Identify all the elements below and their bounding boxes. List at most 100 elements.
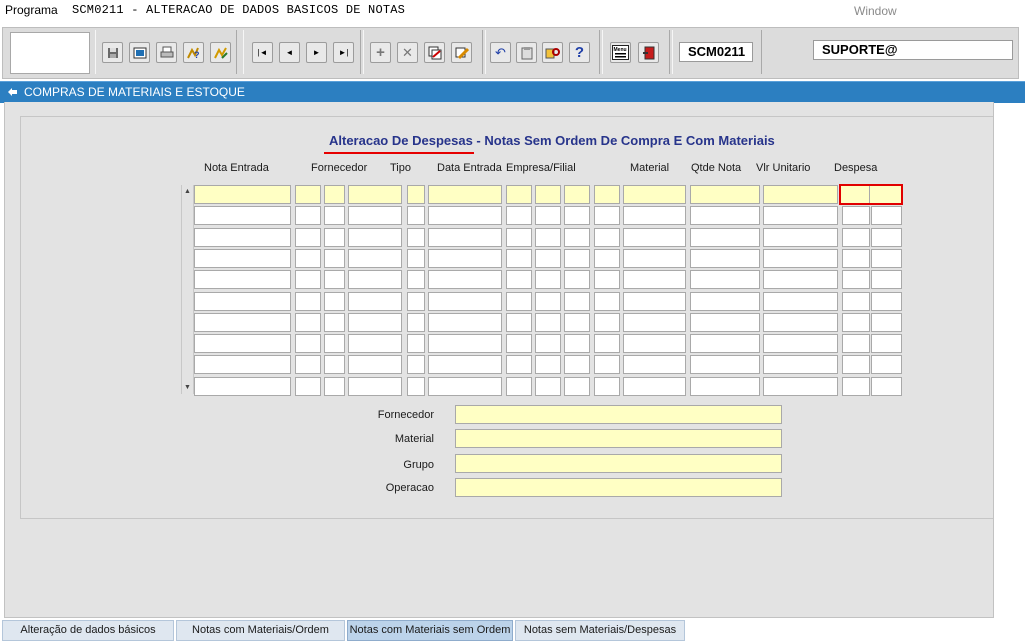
grid-cell-filial[interactable] [535,377,561,396]
grid-cell-empresa[interactable] [506,228,532,247]
grid-cell-fornecedor-code[interactable] [295,185,321,204]
grid-cell-data-entrada[interactable] [428,228,502,247]
grid-cell-material-code[interactable] [594,313,620,332]
material-field[interactable] [455,429,782,448]
grid-cell-nota-entrada[interactable] [194,206,291,225]
grid-cell-material[interactable] [623,355,686,374]
grid-cell-qtde-nota[interactable] [690,249,760,268]
insert-record-icon[interactable]: + [370,42,391,63]
grid-cell-empresa-filial-extra[interactable] [564,185,590,204]
grid-cell-empresa[interactable] [506,292,532,311]
grid-cell-fornecedor-code[interactable] [295,206,321,225]
scroll-down-icon[interactable]: ▼ [183,383,192,392]
grid-cell-vlr-unitario[interactable] [763,334,838,353]
grid-cell-empresa-filial-extra[interactable] [564,206,590,225]
grid-cell-empresa-filial-extra[interactable] [564,355,590,374]
grid-cell-fornecedor-sub[interactable] [324,377,345,396]
grid-cell-tipo[interactable] [407,249,425,268]
grid-cell-tipo[interactable] [407,228,425,247]
grid-cell-data-entrada[interactable] [428,185,502,204]
execute-query-icon[interactable] [210,42,231,63]
tab-notas-com-materiais-ordem[interactable]: Notas com Materiais/Ordem [176,620,345,641]
clear-record-icon[interactable] [451,42,472,63]
grid-cell-fornecedor-sub[interactable] [324,249,345,268]
grid-cell-material-code[interactable] [594,334,620,353]
grid-cell-vlr-unitario[interactable] [763,228,838,247]
grid-cell-nota-entrada[interactable] [194,355,291,374]
grid-cell-nota-entrada[interactable] [194,228,291,247]
grid-cell-qtde-nota[interactable] [690,334,760,353]
grid-cell-despesa[interactable] [871,377,902,396]
grid-cell-fornecedor-sub[interactable] [324,228,345,247]
grid-cell-tipo[interactable] [407,377,425,396]
duplicate-record-icon[interactable] [424,42,445,63]
grid-cell-data-entrada[interactable] [428,292,502,311]
grid-cell-qtde-nota[interactable] [690,270,760,289]
grid-cell-filial[interactable] [535,249,561,268]
grid-cell-despesa[interactable] [871,249,902,268]
grid-cell-material-code[interactable] [594,377,620,396]
grid-cell-nota-entrada[interactable] [194,185,291,204]
grid-cell-vlr-unitario[interactable] [763,270,838,289]
grid-cell-material-code[interactable] [594,292,620,311]
grid-cell-nota-entrada[interactable] [194,292,291,311]
grid-cell-qtde-nota[interactable] [690,228,760,247]
grid-cell-empresa-filial-extra[interactable] [564,292,590,311]
grid-cell-despesa-code[interactable] [842,334,870,353]
grid-cell-material-code[interactable] [594,249,620,268]
grid-cell-fornecedor-name[interactable] [348,228,402,247]
grid-cell-vlr-unitario[interactable] [763,206,838,225]
grid-cell-fornecedor-code[interactable] [295,313,321,332]
grid-cell-filial[interactable] [535,228,561,247]
grid-cell-fornecedor-name[interactable] [348,313,402,332]
grid-cell-empresa[interactable] [506,206,532,225]
grid-scrollbar[interactable]: ▲ ▼ [181,185,194,394]
grid-cell-tipo[interactable] [407,206,425,225]
grid-cell-material-code[interactable] [594,206,620,225]
paste-icon[interactable] [516,42,537,63]
help-query-icon[interactable]: ? [183,42,204,63]
grid-cell-fornecedor-sub[interactable] [324,292,345,311]
grid-cell-vlr-unitario[interactable] [763,377,838,396]
grupo-field[interactable] [455,454,782,473]
grid-cell-fornecedor-sub[interactable] [324,313,345,332]
grid-cell-vlr-unitario[interactable] [763,185,838,204]
grid-cell-vlr-unitario[interactable] [763,355,838,374]
grid-cell-fornecedor-sub[interactable] [324,185,345,204]
grid-cell-empresa[interactable] [506,334,532,353]
grid-cell-qtde-nota[interactable] [690,355,760,374]
grid-cell-empresa[interactable] [506,355,532,374]
grid-cell-fornecedor-sub[interactable] [324,334,345,353]
grid-cell-data-entrada[interactable] [428,270,502,289]
grid-cell-material[interactable] [623,334,686,353]
grid-cell-data-entrada[interactable] [428,206,502,225]
first-record-icon[interactable]: |◄ [252,42,273,63]
tab-notas-sem-materiais-despesas[interactable]: Notas sem Materiais/Despesas [515,620,685,641]
undo-icon[interactable]: ↶ [490,42,511,63]
grid-cell-despesa[interactable] [871,292,902,311]
grid-cell-nota-entrada[interactable] [194,270,291,289]
grid-cell-fornecedor-code[interactable] [295,249,321,268]
grid-cell-despesa[interactable] [871,334,902,353]
grid-cell-nota-entrada[interactable] [194,313,291,332]
grid-cell-fornecedor-code[interactable] [295,377,321,396]
grid-cell-fornecedor-code[interactable] [295,334,321,353]
grid-cell-material-code[interactable] [594,270,620,289]
grid-cell-fornecedor-name[interactable] [348,377,402,396]
last-record-icon[interactable]: ►| [333,42,354,63]
print-icon[interactable] [156,42,177,63]
grid-cell-fornecedor-name[interactable] [348,270,402,289]
grid-cell-tipo[interactable] [407,185,425,204]
menu-programa[interactable]: Programa [5,3,58,17]
grid-cell-despesa[interactable] [871,313,902,332]
grid-cell-despesa-code[interactable] [842,355,870,374]
grid-cell-qtde-nota[interactable] [690,292,760,311]
grid-cell-filial[interactable] [535,185,561,204]
grid-cell-fornecedor-name[interactable] [348,249,402,268]
grid-cell-material[interactable] [623,228,686,247]
grid-cell-qtde-nota[interactable] [690,206,760,225]
grid-cell-material[interactable] [623,292,686,311]
grid-cell-empresa-filial-extra[interactable] [564,249,590,268]
grid-cell-empresa[interactable] [506,270,532,289]
grid-cell-material[interactable] [623,377,686,396]
